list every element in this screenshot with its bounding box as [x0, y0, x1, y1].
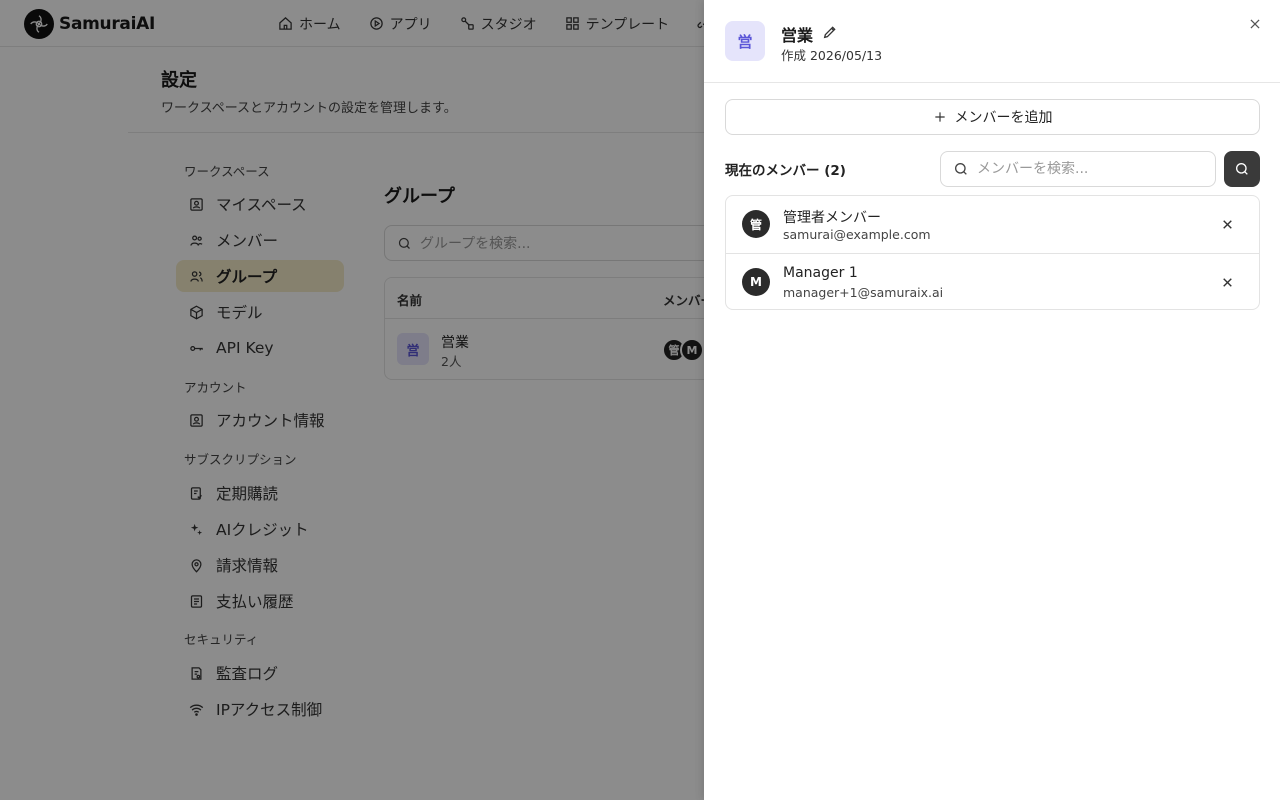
member-search-button[interactable]: [1224, 151, 1260, 187]
plus-icon: [934, 112, 945, 122]
search-icon: [1236, 163, 1248, 175]
remove-member-button[interactable]: [1220, 275, 1234, 289]
add-member-button[interactable]: メンバーを追加: [725, 99, 1260, 135]
pencil-icon[interactable]: [822, 24, 838, 40]
current-members-title: 現在のメンバー (2): [725, 163, 846, 179]
list-item: 管 管理者メンバー samurai@example.com: [726, 196, 1259, 253]
avatar: M: [742, 268, 770, 296]
group-name: 営業: [781, 26, 814, 45]
member-name: Manager 1: [783, 265, 858, 281]
member-name: 管理者メンバー: [783, 210, 881, 226]
member-search-input[interactable]: [977, 161, 1207, 177]
member-email: samurai@example.com: [783, 227, 931, 242]
close-button[interactable]: [1247, 16, 1263, 32]
close-icon: [1250, 19, 1260, 29]
add-member-label: メンバーを追加: [954, 110, 1053, 126]
list-item: M Manager 1 manager+1@samuraix.ai: [726, 253, 1259, 309]
remove-member-button[interactable]: [1220, 217, 1234, 231]
member-search-field[interactable]: [940, 151, 1216, 187]
member-list: 管 管理者メンバー samurai@example.com M Manager …: [725, 195, 1260, 310]
search-icon: [955, 163, 967, 175]
group-badge: 営: [725, 21, 765, 61]
close-icon: [1222, 277, 1232, 287]
avatar: 管: [742, 210, 770, 238]
member-email: manager+1@samuraix.ai: [783, 285, 944, 300]
drawer-header: 営 営業 作成 2026/05/13: [704, 0, 1280, 83]
close-icon: [1222, 219, 1232, 229]
created-date: 作成 2026/05/13: [781, 48, 883, 63]
group-detail-drawer: 営 営業 作成 2026/05/13 メンバーを追加 現在のメンバー (2) 管…: [704, 0, 1280, 800]
